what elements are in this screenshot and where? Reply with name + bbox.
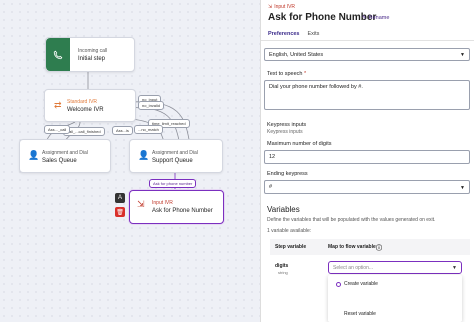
variables-description: Define the variables that will be popula…	[267, 217, 436, 223]
ending-keypress-select[interactable]: # ▼	[264, 180, 470, 194]
tts-textarea[interactable]: Dial your phone number followed by #.	[264, 80, 470, 110]
node-name: Ask for Phone Number	[152, 208, 213, 214]
exit-label[interactable]: ...no_match	[134, 125, 163, 134]
exit-label[interactable]: Ass...is	[112, 126, 133, 135]
pencil-icon: ✎	[362, 15, 367, 21]
ending-keypress-label: Ending keypress	[267, 171, 308, 177]
radio-icon	[336, 281, 341, 287]
keypress-subtitle: Keypress inputs	[267, 129, 303, 135]
node-name: Welcome IVR	[67, 107, 104, 113]
node-sales-queue[interactable]: 👤 Assignment and Dial Sales Queue	[19, 139, 111, 173]
node-name: Initial step	[78, 56, 106, 62]
node-type: Incoming call	[78, 48, 108, 54]
node-name: Support Queue	[152, 158, 193, 164]
ivr-icon: ⇄	[54, 100, 62, 110]
breadcrumb-label: Input IVR	[274, 4, 296, 10]
option-label: Create variable	[344, 281, 378, 287]
node-type: Standard IVR	[67, 99, 98, 105]
exit-label[interactable]: Ass..._call	[44, 125, 71, 134]
rename-button[interactable]: ✎ Rename	[362, 15, 389, 21]
select-dropdown: Create variable Reset variable	[328, 275, 462, 322]
language-value: English, United States	[269, 52, 324, 58]
max-digits-value: 12	[269, 154, 276, 160]
max-digits-input[interactable]: 12	[264, 150, 470, 164]
node-ask-phone-number[interactable]: ⇲ Input IVR Ask for Phone Number	[129, 190, 224, 224]
help-icon: ⓘ	[376, 246, 383, 252]
input-ivr-icon: ⇲	[268, 4, 273, 10]
col-step-variable: Step variable	[275, 244, 307, 250]
radio-icon	[336, 312, 341, 317]
flow-variable-select[interactable]: Select an option... ▼	[328, 261, 462, 274]
exit-label-active[interactable]: Ask for phone number	[149, 179, 197, 188]
node-incoming-call[interactable]: Incoming call Initial step	[45, 37, 135, 72]
rename-label: Rename	[368, 15, 390, 21]
keypress-heading: Keypress inputs	[267, 122, 307, 128]
assign-dial-icon: 👤	[28, 150, 40, 160]
flow-canvas[interactable]: Incoming call Initial step ⇄ Standard IV…	[0, 0, 260, 322]
translate-button[interactable]: A	[115, 193, 125, 203]
chevron-down-icon: ▼	[460, 185, 465, 191]
step-variable-name: digits	[275, 263, 289, 269]
node-name: Sales Queue	[42, 158, 77, 164]
tabs-divider	[261, 40, 474, 41]
exit-label[interactable]: no_invalid	[138, 101, 165, 110]
ending-keypress-value: #	[269, 184, 273, 190]
language-select[interactable]: English, United States ▼	[264, 48, 470, 61]
node-type: Input IVR	[152, 200, 173, 206]
variables-table-header: Step variable Map to flow variable ⓘ	[270, 239, 470, 255]
tts-value: Dial your phone number followed by #.	[269, 84, 363, 90]
option-create-variable[interactable]: Create variable	[336, 281, 378, 287]
node-type: Assignment and Dial	[152, 150, 198, 156]
col-map-variable: Map to flow variable	[328, 244, 376, 250]
phone-incoming-icon	[46, 38, 70, 71]
max-digits-label: Maximum number of digits	[267, 141, 332, 147]
node-type: Assignment and Dial	[42, 150, 88, 156]
assign-dial-icon: 👤	[138, 150, 150, 160]
variables-heading: Variables	[267, 205, 300, 214]
delete-button[interactable]: 🗑	[115, 207, 125, 217]
chevron-down-icon: ▼	[452, 265, 457, 271]
option-reset-variable[interactable]: Reset variable	[336, 311, 376, 317]
step-variable-type: string	[278, 270, 288, 275]
variables-count: 1 variable available:	[267, 228, 312, 234]
page-title: Ask for Phone Number	[268, 12, 377, 23]
trash-icon: 🗑	[116, 209, 124, 216]
node-welcome-ivr[interactable]: ⇄ Standard IVR Welcome IVR	[44, 89, 136, 122]
option-label: Reset variable	[344, 311, 376, 317]
tts-label: Text to speech *	[267, 71, 307, 77]
chevron-down-icon: ▼	[460, 52, 465, 58]
breadcrumb: ⇲ Input IVR	[268, 4, 295, 10]
input-ivr-icon: ⇲	[137, 199, 145, 209]
node-support-queue[interactable]: 👤 Assignment and Dial Support Queue	[129, 139, 223, 173]
select-placeholder: Select an option...	[333, 265, 374, 271]
